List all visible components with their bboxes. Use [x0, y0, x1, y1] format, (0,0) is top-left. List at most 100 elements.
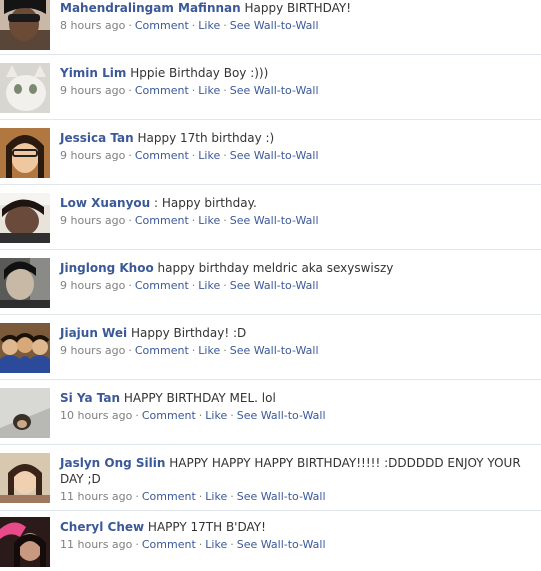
like-link[interactable]: Like — [205, 409, 227, 422]
profile-photo[interactable] — [0, 63, 50, 113]
post-message: HAPPY BIRTHDAY MEL. lol — [123, 391, 276, 405]
like-link[interactable]: Like — [205, 490, 227, 503]
separator: · — [191, 19, 196, 32]
post-timestamp: 11 hours ago — [60, 490, 133, 503]
wall-to-wall-link[interactable]: See Wall-to-Wall — [230, 19, 319, 32]
separator: · — [223, 279, 227, 292]
author-name-link[interactable]: Si Ya Tan — [60, 391, 120, 405]
wall-to-wall-link[interactable]: See Wall-to-Wall — [230, 84, 319, 97]
like-link[interactable]: Like — [198, 84, 220, 97]
post-message: : Happy birthday. — [154, 196, 257, 210]
separator: · — [128, 279, 132, 292]
wall-post: Jessica Tan Happy 17th birthday :) 9 hou… — [0, 120, 541, 185]
post-timestamp: 9 hours ago — [60, 84, 126, 97]
separator: · — [198, 409, 203, 422]
separator: · — [223, 19, 227, 32]
wall-to-wall-link[interactable]: See Wall-to-Wall — [230, 149, 319, 162]
like-link[interactable]: Like — [198, 214, 220, 227]
profile-photo[interactable] — [0, 0, 50, 50]
post-meta: 11 hours ago · Comment · Like · See Wall-to-Wa… — [60, 490, 535, 504]
author-name-link[interactable]: Cheryl Chew — [60, 520, 144, 534]
post-timestamp: 10 hours ago — [60, 409, 133, 422]
like-link[interactable]: Like — [198, 344, 220, 357]
post-meta: 9 hours ago · Comment · Like · See Wall-to-Wal… — [60, 214, 535, 228]
like-link[interactable]: Like — [198, 279, 220, 292]
post-timestamp: 8 hours ago — [60, 19, 126, 32]
wall-to-wall-link[interactable]: See Wall-to-Wall — [230, 344, 319, 357]
profile-photo[interactable] — [0, 453, 50, 503]
post-message: happy birthday meldric aka sexyswiszy — [157, 261, 394, 275]
post-message: Happy 17th birthday :) — [137, 131, 275, 145]
like-link[interactable]: Like — [198, 19, 220, 32]
author-name-link[interactable]: Yimin Lim — [60, 66, 126, 80]
separator: · — [198, 538, 203, 551]
profile-photo[interactable] — [0, 128, 50, 178]
wall-post: Jinglong Khoo happy birthday meldric aka… — [0, 250, 541, 315]
profile-photo[interactable] — [0, 388, 50, 438]
separator: · — [223, 149, 227, 162]
separator: · — [128, 149, 132, 162]
post-meta: 8 hours ago · Comment · Like · See Wall-to-Wal… — [60, 19, 535, 33]
post-timestamp: 9 hours ago — [60, 279, 126, 292]
wall-post: Yimin Lim Hppie Birthday Boy :))) 9 hour… — [0, 55, 541, 120]
comment-link[interactable]: Comment — [135, 84, 189, 97]
comment-link[interactable]: Comment — [142, 490, 196, 503]
post-timestamp: 9 hours ago — [60, 344, 126, 357]
comment-link[interactable]: Comment — [142, 538, 196, 551]
separator: · — [191, 149, 196, 162]
post-message: Hppie Birthday Boy :))) — [130, 66, 269, 80]
wall-to-wall-link[interactable]: See Wall-to-Wall — [230, 214, 319, 227]
wall-post: Si Ya Tan HAPPY BIRTHDAY MEL. lol 10 hou… — [0, 380, 541, 445]
author-name-link[interactable]: Jaslyn Ong Silin — [60, 456, 165, 470]
separator: · — [128, 19, 132, 32]
wall-to-wall-link[interactable]: See Wall-to-Wall — [237, 409, 326, 422]
like-link[interactable]: Like — [205, 538, 227, 551]
comment-link[interactable]: Comment — [142, 409, 196, 422]
wall-post: Jaslyn Ong Silin HAPPY HAPPY HAPPY BIRTH… — [0, 445, 541, 511]
separator: · — [135, 490, 139, 503]
post-timestamp: 11 hours ago — [60, 538, 133, 551]
profile-photo[interactable] — [0, 517, 50, 567]
separator: · — [128, 84, 132, 97]
author-name-link[interactable]: Low Xuanyou — [60, 196, 150, 210]
author-name-link[interactable]: Jiajun Wei — [60, 326, 127, 340]
post-meta: 10 hours ago · Comment · Like · See Wall-to-Wa… — [60, 409, 535, 423]
separator: · — [191, 214, 196, 227]
separator: · — [191, 279, 196, 292]
separator: · — [128, 214, 132, 227]
comment-link[interactable]: Comment — [135, 19, 189, 32]
post-meta: 9 hours ago · Comment · Like · See Wall-to-Wal… — [60, 149, 535, 163]
post-meta: 11 hours ago · Comment · Like · See Wall-to-Wa… — [60, 538, 535, 552]
comment-link[interactable]: Comment — [135, 344, 189, 357]
wall-to-wall-link[interactable]: See Wall-to-Wall — [237, 538, 326, 551]
profile-photo[interactable] — [0, 193, 50, 243]
wall-post: Cheryl Chew HAPPY 17TH B'DAY! 11 hours a… — [0, 511, 541, 571]
separator: · — [223, 214, 227, 227]
comment-link[interactable]: Comment — [135, 214, 189, 227]
comment-link[interactable]: Comment — [135, 279, 189, 292]
post-timestamp: 9 hours ago — [60, 149, 126, 162]
profile-photo[interactable] — [0, 258, 50, 308]
comment-link[interactable]: Comment — [135, 149, 189, 162]
author-name-link[interactable]: Jessica Tan — [60, 131, 134, 145]
wall-post: Jiajun Wei Happy Birthday! :D 9 hours ag… — [0, 315, 541, 380]
post-meta: 9 hours ago · Comment · Like · See Wall-to-Wal… — [60, 84, 535, 98]
separator: · — [191, 344, 196, 357]
post-message: Happy BIRTHDAY! — [244, 1, 352, 15]
like-link[interactable]: Like — [198, 149, 220, 162]
wall-to-wall-link[interactable]: See Wall-to-Wall — [230, 279, 319, 292]
post-meta: 9 hours ago · Comment · Like · See Wall-to-Wal… — [60, 344, 535, 358]
separator: · — [223, 84, 227, 97]
wall-post: Low Xuanyou : Happy birthday. 9 hours ag… — [0, 185, 541, 250]
separator: · — [230, 538, 234, 551]
wall-post: Mahendralingam Mafinnan Happy BIRTHDAY! … — [0, 0, 541, 55]
separator: · — [230, 490, 234, 503]
author-name-link[interactable]: Mahendralingam Mafinnan — [60, 1, 241, 15]
wall-to-wall-link[interactable]: See Wall-to-Wall — [237, 490, 326, 503]
author-name-link[interactable]: Jinglong Khoo — [60, 261, 154, 275]
post-message: HAPPY 17TH B'DAY! — [147, 520, 266, 534]
profile-photo[interactable] — [0, 323, 50, 373]
post-timestamp: 9 hours ago — [60, 214, 126, 227]
separator: · — [128, 344, 132, 357]
separator: · — [135, 538, 139, 551]
